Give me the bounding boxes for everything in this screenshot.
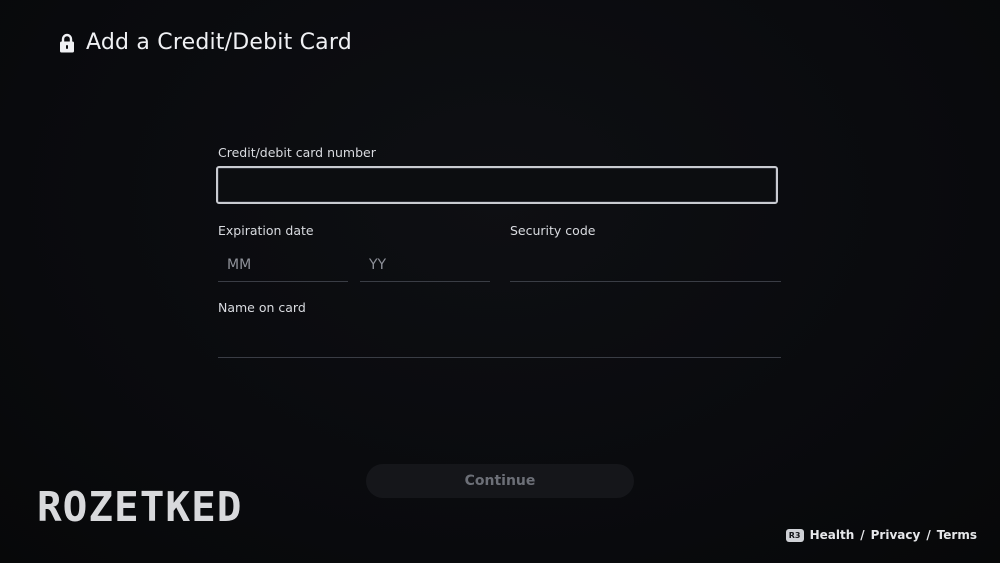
terms-link[interactable]: Terms <box>937 528 977 542</box>
expiration-date-label: Expiration date <box>218 223 314 238</box>
r3-button-icon: R3 <box>785 528 804 542</box>
header: Add a Credit/Debit Card <box>58 30 352 55</box>
expiration-month-input[interactable]: MM <box>218 252 348 282</box>
expiration-year-placeholder: YY <box>369 257 387 273</box>
continue-button[interactable]: Continue <box>366 464 634 498</box>
watermark-logo: ROZETKED <box>37 483 243 531</box>
privacy-link[interactable]: Privacy <box>871 528 921 542</box>
page-title: Add a Credit/Debit Card <box>86 30 352 55</box>
card-number-label: Credit/debit card number <box>218 145 376 160</box>
footer-separator: / <box>860 528 865 542</box>
security-code-input[interactable] <box>510 252 781 282</box>
lock-icon <box>60 33 74 52</box>
health-link[interactable]: Health <box>810 528 855 542</box>
name-on-card-label: Name on card <box>218 300 306 315</box>
name-on-card-input[interactable] <box>218 328 781 358</box>
footer-separator: / <box>926 528 931 542</box>
screen: Add a Credit/Debit Card Credit/debit car… <box>0 0 1000 563</box>
security-code-label: Security code <box>510 223 596 238</box>
expiration-year-input[interactable]: YY <box>360 252 490 282</box>
footer-links: R3 Health / Privacy / Terms <box>785 528 977 542</box>
expiration-month-placeholder: MM <box>227 257 252 273</box>
card-number-input[interactable] <box>216 166 778 204</box>
